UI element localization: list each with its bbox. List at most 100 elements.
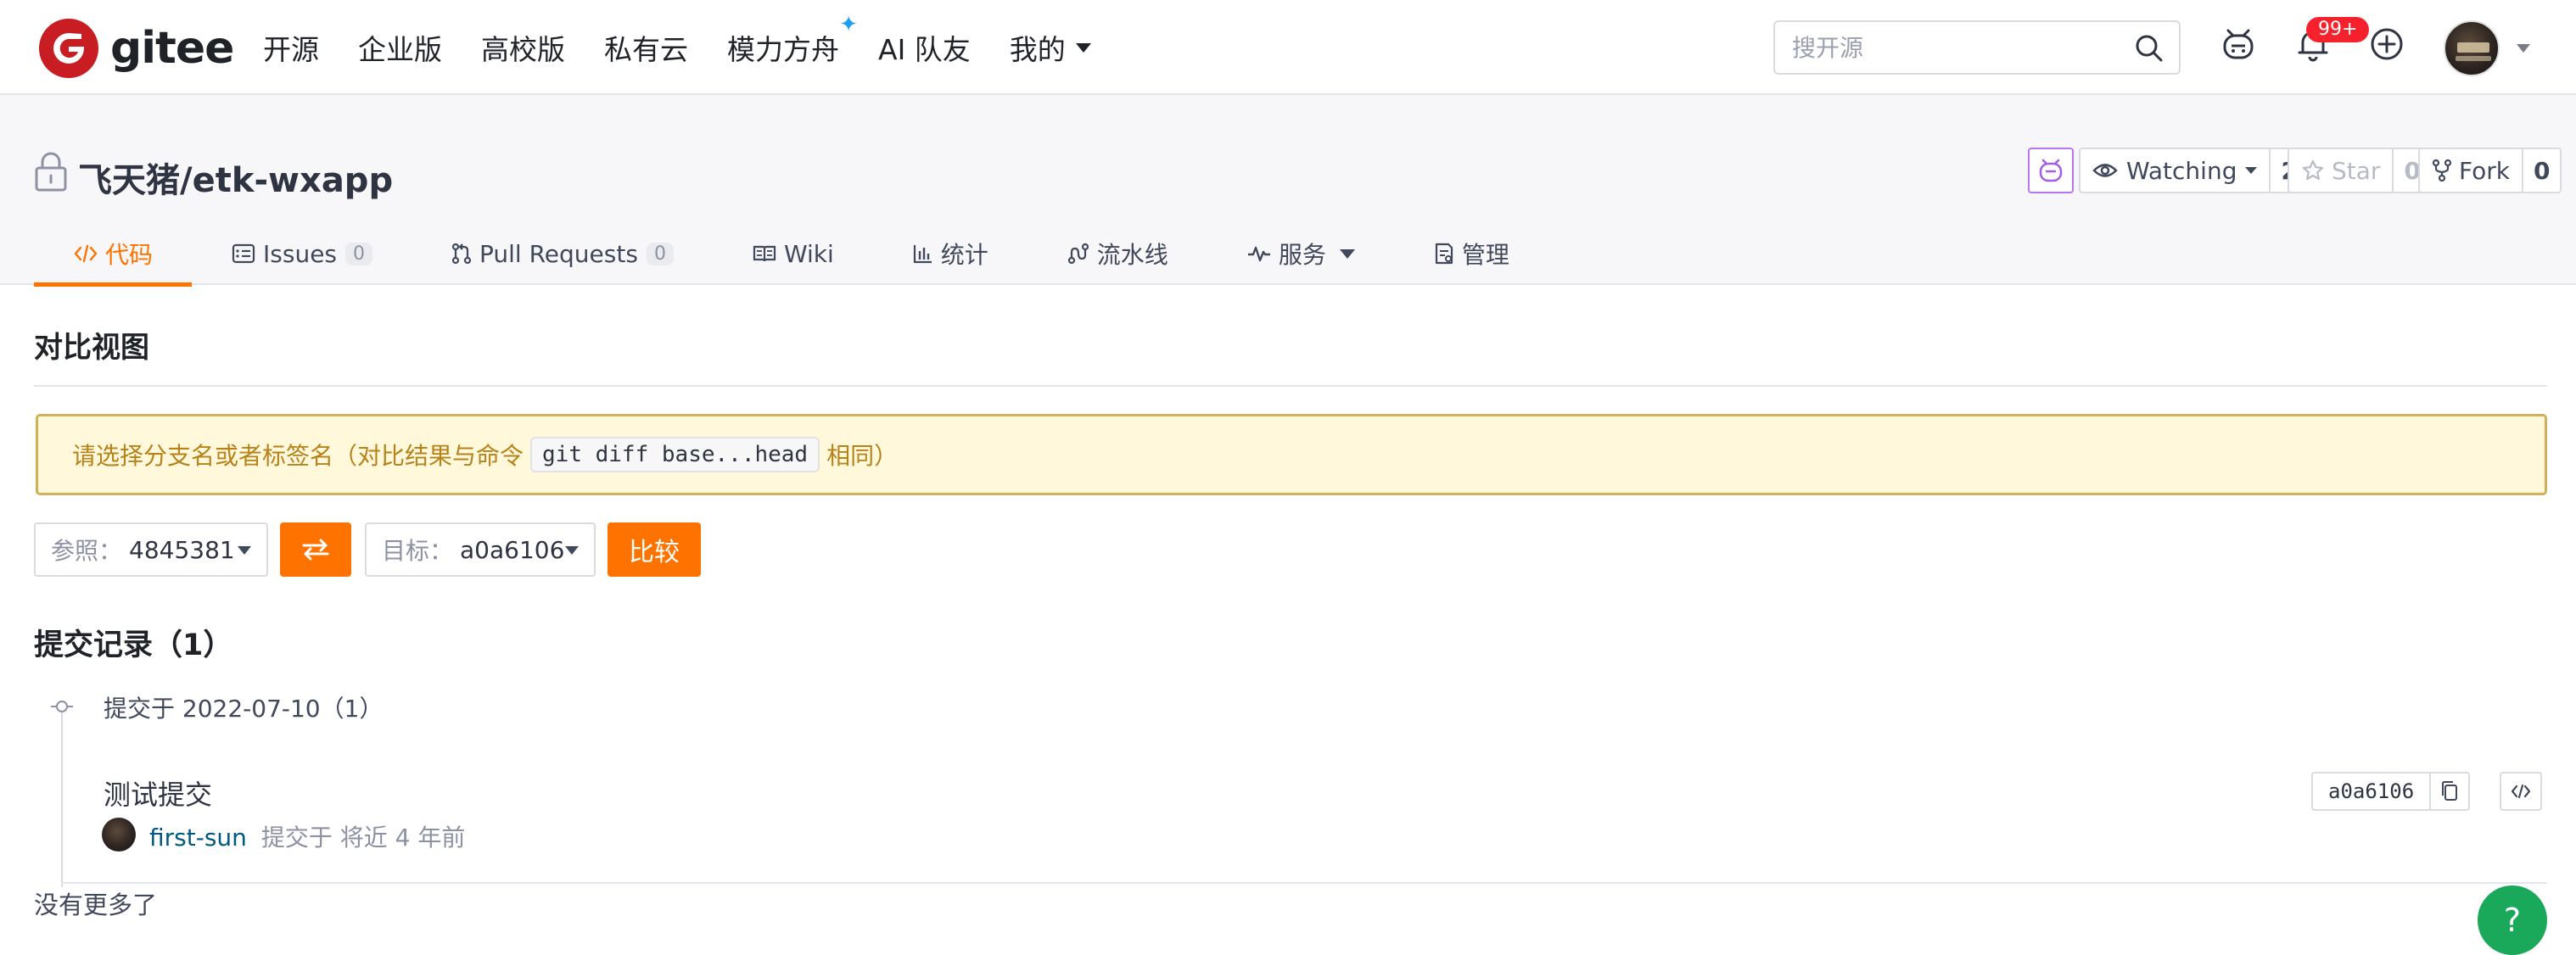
commit-sha-group: a0a6106 (2311, 772, 2471, 811)
nav-item-private-cloud[interactable]: 私有云 (604, 27, 688, 68)
commit-author[interactable]: first-sun (149, 824, 247, 852)
robot-icon[interactable] (2220, 25, 2257, 63)
tab-code-label: 代码 (105, 241, 154, 269)
gitee-logo-text: gitee (110, 23, 234, 74)
sparkle-icon: ✦ (839, 12, 858, 37)
star-label: Star (2332, 156, 2381, 185)
nav-item-mine[interactable]: 我的 (1010, 27, 1091, 68)
eye-icon (2092, 164, 2118, 177)
browse-code-button[interactable] (2500, 772, 2542, 811)
notice-text-suffix: 相同） (826, 442, 899, 470)
copy-sha-button[interactable] (2431, 772, 2471, 811)
tab-stats[interactable]: 统计 (873, 222, 1028, 285)
fork-label: Fork (2459, 156, 2510, 185)
caret-down-icon (238, 546, 251, 555)
user-avatar[interactable] (2444, 20, 2500, 76)
robot-icon (2039, 159, 2063, 182)
bar-chart-icon (913, 245, 932, 264)
no-more-text: 没有更多了 (34, 891, 158, 919)
tab-pipeline[interactable]: 流水线 (1028, 222, 1207, 285)
author-avatar[interactable] (102, 818, 136, 852)
tab-issues-label: Issues (263, 239, 338, 268)
tab-pull-requests[interactable]: Pull Requests 0 (412, 222, 713, 285)
repo-title[interactable]: 飞天猪/etk-wxapp (78, 153, 393, 202)
fork-count[interactable]: 0 (2523, 148, 2562, 193)
target-select-value: a0a6106 (460, 535, 565, 564)
commit-meta: first-sun 提交于 将近 4 年前 (149, 819, 465, 853)
base-branch-select[interactable]: 参照： 4845381 (34, 522, 268, 577)
swap-button[interactable] (280, 522, 351, 577)
fork-button[interactable]: Fork (2418, 148, 2523, 193)
nav-item-opensource[interactable]: 开源 (263, 27, 319, 68)
nav-item-education[interactable]: 高校版 (481, 27, 565, 68)
manage-icon (1435, 243, 1453, 265)
compare-button[interactable]: 比较 (608, 522, 701, 577)
issues-icon (232, 243, 255, 264)
nav-item-mine-label: 我的 (1009, 33, 1066, 66)
repo-header: 飞天猪/etk-wxapp Watching 2 Star 0 (0, 95, 2576, 287)
top-navbar: gitee 开源 企业版 高校版 私有云 模力方舟 ✦ AI 队友 我的 99 (0, 0, 2576, 95)
watch-button[interactable]: Watching (2079, 148, 2271, 193)
swap-arrows-icon (302, 539, 329, 561)
tab-wiki-label: Wiki (783, 239, 834, 268)
main-nav: 开源 企业版 高校版 私有云 模力方舟 ✦ AI 队友 我的 (263, 0, 1130, 95)
tab-pipeline-label: 流水线 (1096, 241, 1168, 269)
caret-down-icon (565, 546, 579, 555)
avatar-caret-down-icon[interactable] (2517, 44, 2530, 53)
watch-group: Watching 2 (2079, 148, 2310, 193)
book-icon (753, 245, 776, 262)
ai-assistant-button[interactable] (2028, 148, 2074, 193)
page-title: 对比视图 (34, 331, 149, 365)
search-icon[interactable] (2135, 34, 2164, 63)
caret-down-icon (1075, 42, 1091, 53)
star-button[interactable]: Star (2288, 148, 2394, 193)
target-select-label: 目标： (382, 537, 454, 565)
caret-down-icon (2245, 167, 2258, 174)
tab-issues[interactable]: Issues 0 (192, 222, 412, 285)
commits-title: 提交记录（1） (34, 628, 233, 662)
base-select-value: 4845381 (129, 535, 235, 564)
tab-code[interactable]: 代码 (34, 222, 193, 287)
tab-manage-label: 管理 (1461, 241, 1509, 269)
gitee-logo-icon (39, 19, 98, 78)
base-select-label: 参照： (51, 537, 123, 565)
code-icon (74, 244, 98, 263)
nav-item-moark-label: 模力方舟 (727, 33, 839, 66)
pull-requests-count-badge: 0 (646, 242, 674, 265)
nav-item-enterprise[interactable]: 企业版 (358, 27, 442, 68)
search-input[interactable] (1792, 22, 2114, 73)
title-divider (34, 385, 2547, 387)
tab-stats-label: 统计 (940, 241, 988, 269)
plus-circle-icon[interactable] (2368, 25, 2405, 63)
commit-divider (61, 882, 2547, 884)
star-icon (2302, 159, 2324, 181)
lock-icon (35, 152, 67, 192)
tab-pull-requests-label: Pull Requests (479, 239, 638, 268)
commit-node-icon (51, 701, 73, 712)
notice-text-prefix: 请选择分支名或者标签名（对比结果与命令 (72, 442, 524, 470)
nav-item-moark[interactable]: 模力方舟 ✦ (727, 12, 858, 68)
timeline-line (61, 709, 63, 887)
target-branch-select[interactable]: 目标： a0a6106 (365, 522, 596, 577)
star-group: Star 0 (2288, 148, 2433, 193)
tab-services-label: 服务 (1278, 241, 1326, 269)
pipeline-icon (1067, 243, 1089, 265)
gitee-logo[interactable]: gitee (39, 19, 234, 78)
notice-code: git diff base...head (530, 437, 820, 472)
copy-icon (2442, 781, 2458, 801)
notification-badge: 99+ (2306, 17, 2370, 42)
nav-item-ai-teammate[interactable]: AI 队友 (878, 27, 971, 68)
pulse-icon (1247, 246, 1270, 262)
commit-group-date: 提交于 2022-07-10（1） (104, 695, 384, 723)
tab-manage[interactable]: 管理 (1394, 222, 1548, 285)
code-icon (2511, 784, 2531, 799)
help-button[interactable]: ? (2478, 885, 2547, 955)
pull-request-icon (451, 243, 472, 265)
tab-services[interactable]: 服务 (1207, 222, 1394, 285)
commit-message[interactable]: 测试提交 (104, 773, 212, 813)
fork-group: Fork 0 (2418, 148, 2562, 193)
search-box (1773, 20, 2181, 75)
commit-sha[interactable]: a0a6106 (2311, 772, 2432, 811)
tab-wiki[interactable]: Wiki (713, 222, 873, 285)
compare-notice: 请选择分支名或者标签名（对比结果与命令 git diff base...head… (36, 414, 2547, 495)
